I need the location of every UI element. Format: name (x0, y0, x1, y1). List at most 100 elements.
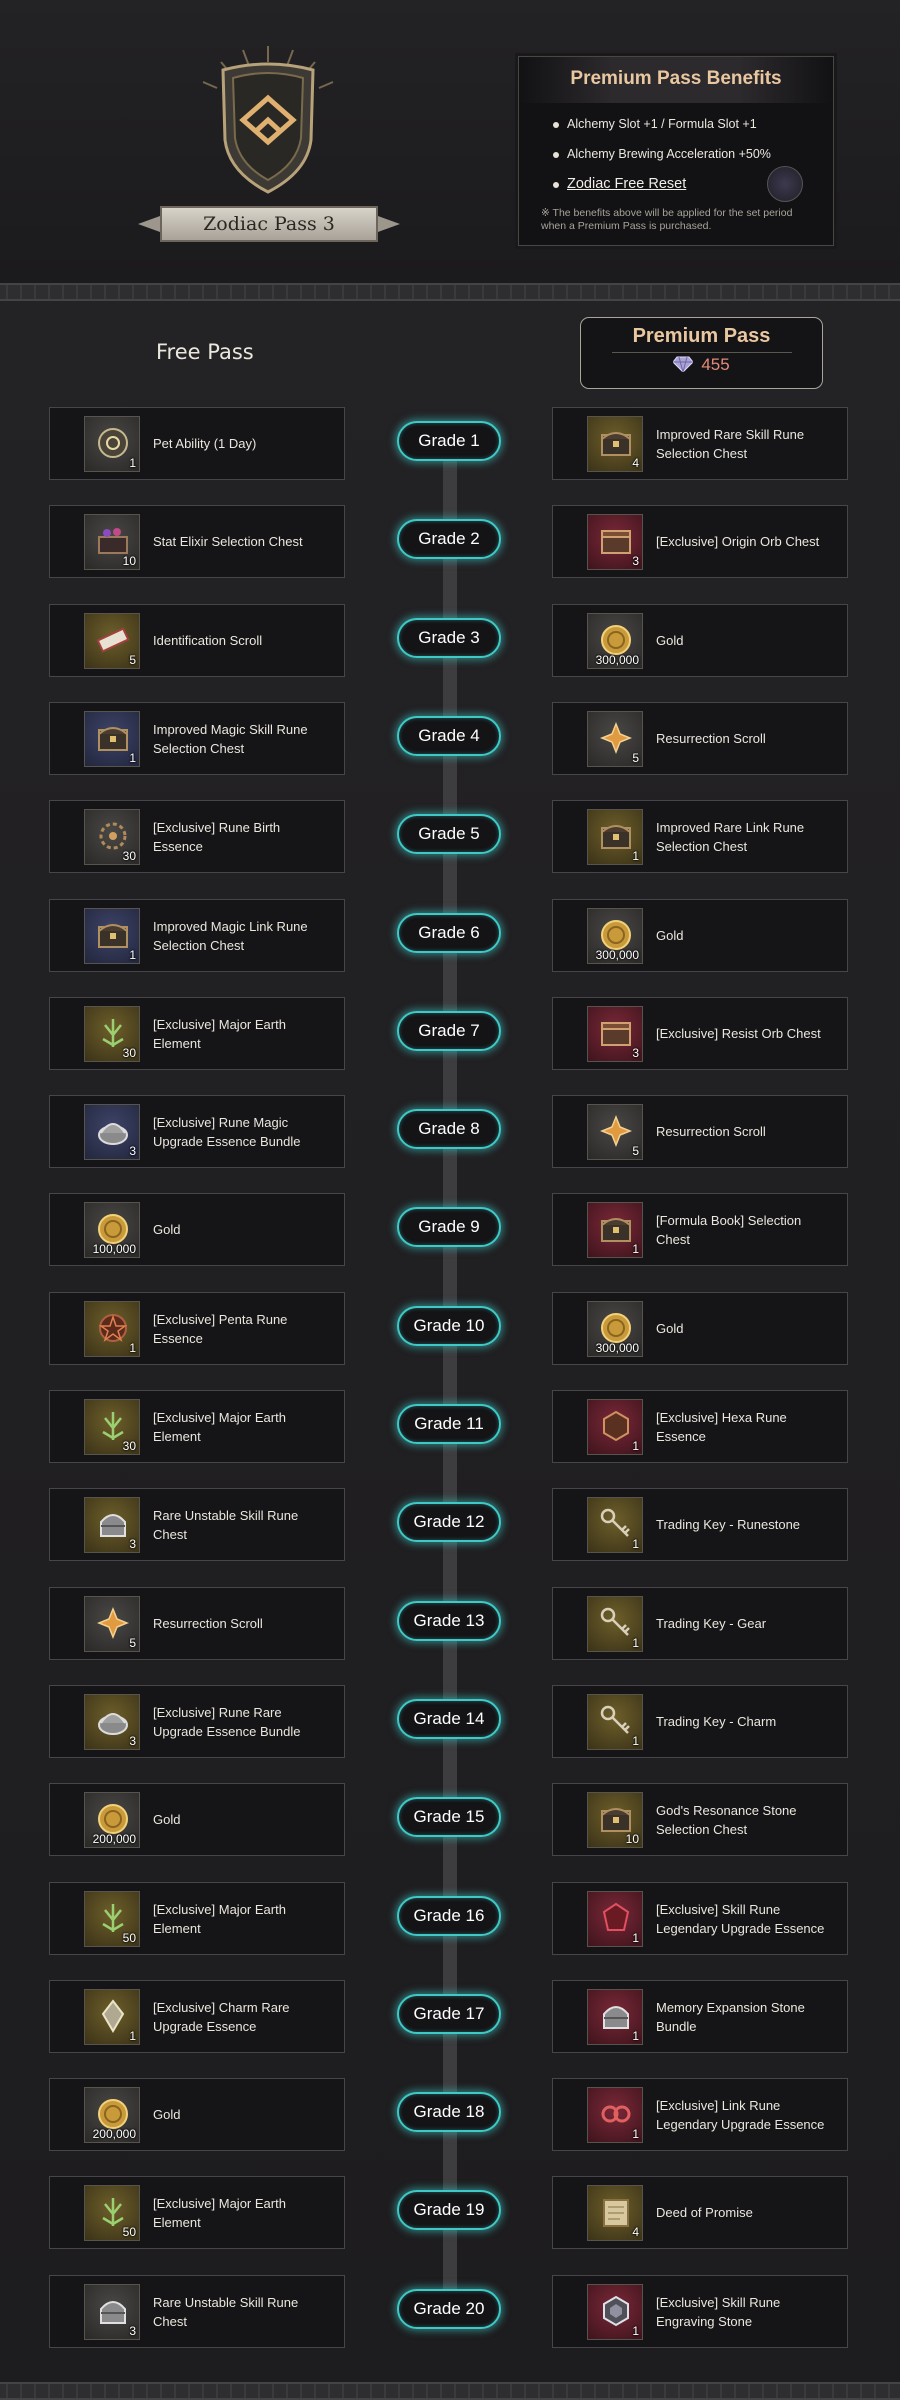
chest-icon: 1 (84, 711, 140, 767)
reward-quantity: 30 (122, 1439, 136, 1453)
link-rune-icon: 1 (587, 2087, 643, 2143)
reward-name: Gold (656, 900, 836, 971)
reward-quantity: 1 (129, 948, 136, 962)
reward-name: Improved Rare Skill Rune Selection Chest (656, 408, 836, 479)
free-reward-card[interactable]: 200,000 Gold (49, 1783, 345, 1856)
free-reward-card[interactable]: 50 [Exclusive] Major Earth Element (49, 1882, 345, 1955)
reward-quantity: 4 (632, 2225, 639, 2239)
premium-reward-card[interactable]: 4 Improved Rare Skill Rune Selection Ches… (552, 407, 848, 480)
benefits-note: ※ The benefits above will be applied for… (541, 207, 793, 232)
free-reward-card[interactable]: 30 [Exclusive] Major Earth Element (49, 1390, 345, 1463)
reward-quantity: 4 (632, 456, 639, 470)
reward-name: Resurrection Scroll (153, 1588, 333, 1659)
gold-coin-icon: 200,000 (84, 1792, 140, 1848)
resurrection-scroll-icon: 5 (587, 1104, 643, 1160)
free-reward-card[interactable]: 1 Improved Magic Link Rune Selection Ches… (49, 899, 345, 972)
reward-quantity: 1 (632, 849, 639, 863)
zodiac-emblem-icon (183, 40, 353, 200)
reward-name-text: [Exclusive] Major Earth Element (153, 1016, 286, 1051)
premium-reward-card[interactable]: 5 Resurrection Scroll (552, 702, 848, 775)
free-reward-card[interactable]: 30 [Exclusive] Major Earth Element (49, 997, 345, 1070)
benefit-item-free-reset: Zodiac Free Reset (553, 166, 833, 202)
gold-coin-icon: 300,000 (587, 613, 643, 669)
penta-rune-icon: 1 (84, 1301, 140, 1357)
chest-icon: 4 (587, 416, 643, 472)
free-reward-card[interactable]: 1 [Exclusive] Charm Rare Upgrade Essence (49, 1980, 345, 2053)
premium-reward-card[interactable]: 1 Memory Expansion Stone Bundle (552, 1980, 848, 2053)
grade-badge: Grade 13 (397, 1601, 501, 1641)
reward-name-text: [Exclusive] Rune Rare Upgrade Essence Bu… (153, 1704, 301, 1739)
free-reward-card[interactable]: 1 Pet Ability (1 Day) (49, 407, 345, 480)
free-reward-card[interactable]: 1 [Exclusive] Penta Rune Essence (49, 1292, 345, 1365)
grade-badge: Grade 16 (397, 1896, 501, 1936)
reward-name-text: Resurrection Scroll (656, 1124, 766, 1139)
free-reward-card[interactable]: 5 Identification Scroll (49, 604, 345, 677)
premium-reward-card[interactable]: 1 [Exclusive] Link Rune Legendary Upgrade… (552, 2078, 848, 2151)
reward-quantity: 50 (122, 2225, 136, 2239)
premium-reward-card[interactable]: 5 Resurrection Scroll (552, 1095, 848, 1168)
premium-reward-card[interactable]: 3 [Exclusive] Resist Orb Chest (552, 997, 848, 1070)
free-reward-card[interactable]: 3 [Exclusive] Rune Magic Upgrade Essence … (49, 1095, 345, 1168)
free-reward-card[interactable]: 200,000 Gold (49, 2078, 345, 2151)
helmet-chest-icon: 3 (84, 2284, 140, 2340)
free-reward-card[interactable]: 50 [Exclusive] Major Earth Element (49, 2176, 345, 2249)
grade-badge: Grade 17 (397, 1994, 501, 2034)
free-reward-card[interactable]: 30 [Exclusive] Rune Birth Essence (49, 800, 345, 873)
reward-quantity: 1 (632, 1439, 639, 1453)
premium-reward-card[interactable]: 300,000 Gold (552, 899, 848, 972)
grade-row: 1 [Exclusive] Penta Rune Essence Grade 10 3… (0, 1292, 900, 1366)
pass-title-banner: Zodiac Pass 3 (138, 206, 400, 242)
grade-badge: Grade 18 (397, 2092, 501, 2132)
premium-reward-card[interactable]: 1 [Exclusive] Skill Rune Legendary Upgrad… (552, 1882, 848, 1955)
reward-name: Identification Scroll (153, 605, 333, 676)
reward-quantity: 30 (122, 1046, 136, 1060)
premium-reward-card[interactable]: 1 Trading Key - Gear (552, 1587, 848, 1660)
reward-quantity: 1 (632, 1636, 639, 1650)
free-reward-card[interactable]: 3 Rare Unstable Skill Rune Chest (49, 1488, 345, 1561)
premium-reward-card[interactable]: 1 [Formula Book] Selection Chest (552, 1193, 848, 1266)
reward-quantity: 3 (632, 554, 639, 568)
reward-name: Gold (656, 1293, 836, 1364)
reward-name: Rare Unstable Skill Rune Chest (153, 2276, 333, 2347)
reward-name: [Exclusive] Link Rune Legendary Upgrade … (656, 2079, 836, 2150)
premium-reward-card[interactable]: 1 Trading Key - Runestone (552, 1488, 848, 1561)
reward-name-text: Improved Rare Skill Rune Selection Chest (656, 426, 805, 461)
premium-pass-button[interactable]: Premium Pass 455 (580, 317, 823, 389)
grade-badge: Grade 15 (397, 1797, 501, 1837)
reward-name-text: [Exclusive] Penta Rune Essence (153, 1311, 288, 1346)
free-reward-card[interactable]: 3 Rare Unstable Skill Rune Chest (49, 2275, 345, 2348)
free-reward-card[interactable]: 10 Stat Elixir Selection Chest (49, 505, 345, 578)
reward-name-text: Improved Rare Link Rune Selection Chest (656, 819, 805, 854)
grade-badge: Grade 19 (397, 2190, 501, 2230)
grade-row: 3 Rare Unstable Skill Rune Chest Grade 20 1… (0, 2275, 900, 2349)
reward-name: Resurrection Scroll (656, 1096, 836, 1167)
premium-reward-card[interactable]: 10 God's Resonance Stone Selection Chest (552, 1783, 848, 1856)
premium-reward-card[interactable]: 4 Deed of Promise (552, 2176, 848, 2249)
reward-name: Trading Key - Gear (656, 1588, 836, 1659)
premium-reward-card[interactable]: 1 Trading Key - Charm (552, 1685, 848, 1758)
reward-quantity: 1 (632, 1242, 639, 1256)
reward-name-text: [Exclusive] Charm Rare Upgrade Essence (153, 1999, 290, 2034)
free-reward-card[interactable]: 100,000 Gold (49, 1193, 345, 1266)
premium-reward-card[interactable]: 1 [Exclusive] Hexa Rune Essence (552, 1390, 848, 1463)
reward-name-text: Gold (656, 928, 684, 943)
reward-name-text: [Exclusive] Hexa Rune Essence (656, 1409, 787, 1444)
premium-reward-card[interactable]: 1 [Exclusive] Skill Rune Engraving Stone (552, 2275, 848, 2348)
free-reward-card[interactable]: 1 Improved Magic Skill Rune Selection Che… (49, 702, 345, 775)
reward-name: Trading Key - Charm (656, 1686, 836, 1757)
premium-reward-card[interactable]: 300,000 Gold (552, 604, 848, 677)
grade-row: 5 Identification Scroll Grade 3 300,000 Gold (0, 604, 900, 678)
reward-name-text: Improved Magic Link Rune Selection Chest (153, 918, 308, 953)
reward-name: [Exclusive] Charm Rare Upgrade Essence (153, 1981, 333, 2052)
chest-icon: 10 (587, 1792, 643, 1848)
free-reward-card[interactable]: 5 Resurrection Scroll (49, 1587, 345, 1660)
reward-name: Gold (153, 2079, 333, 2150)
free-reward-card[interactable]: 3 [Exclusive] Rune Rare Upgrade Essence B… (49, 1685, 345, 1758)
earth-element-icon: 30 (84, 1006, 140, 1062)
premium-price-value: 455 (701, 355, 730, 374)
premium-reward-card[interactable]: 1 Improved Rare Link Rune Selection Chest (552, 800, 848, 873)
engraving-stone-icon: 1 (587, 2284, 643, 2340)
premium-reward-card[interactable]: 3 [Exclusive] Origin Orb Chest (552, 505, 848, 578)
grade-badge: Grade 12 (397, 1502, 501, 1542)
premium-reward-card[interactable]: 300,000 Gold (552, 1292, 848, 1365)
